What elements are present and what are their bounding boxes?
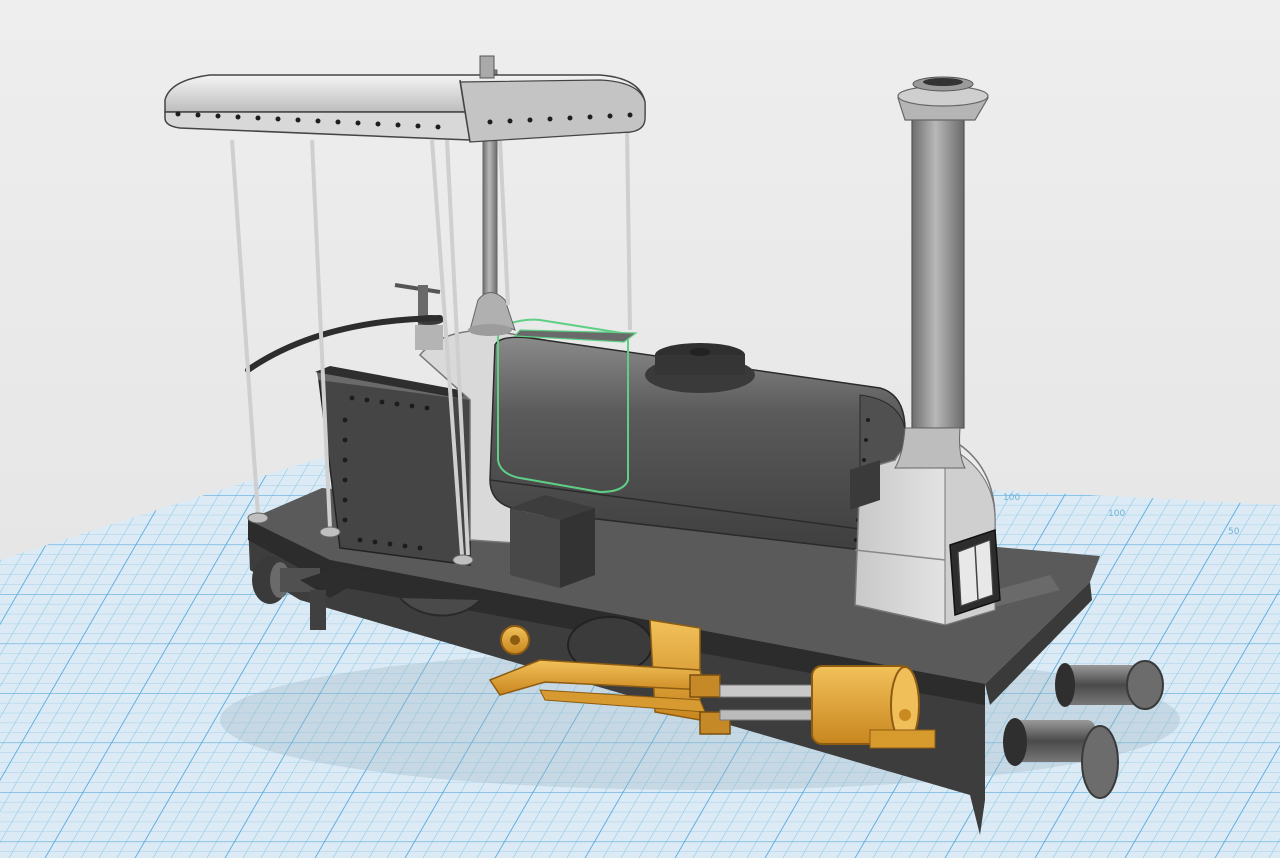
3d-viewport[interactable]: 100 100 50 [0,0,1280,858]
smokebox-door[interactable] [949,528,1001,617]
tank-filler-cap[interactable] [645,343,755,393]
grid-label: 50 [1228,527,1240,537]
front-buffer-upper[interactable] [1055,660,1164,710]
roof-vent[interactable] [479,55,495,79]
grid-label: 100 [1003,493,1020,503]
tool-box[interactable] [510,495,595,588]
grid-label: 100 [1108,509,1125,519]
